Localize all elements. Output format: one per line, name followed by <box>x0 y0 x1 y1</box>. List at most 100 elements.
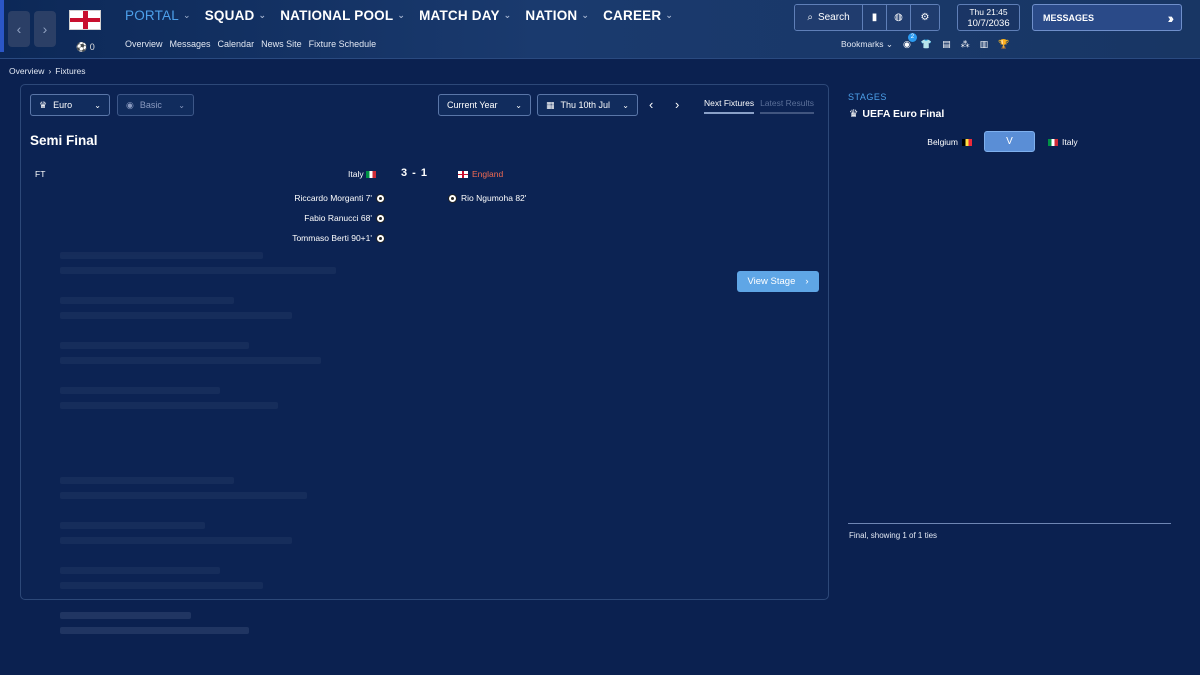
football-icon <box>376 193 385 203</box>
nav-match-day[interactable]: MATCH DAY ⌄ <box>419 8 511 23</box>
bookmarks-badge: 2 <box>907 33 917 42</box>
chevron-left-icon: ‹ <box>649 97 654 112</box>
globe-icon: ◍ <box>894 12 903 23</box>
world-button[interactable]: ◍ <box>887 5 911 30</box>
competition-dropdown[interactable]: ♛ Euro ⌄ <box>30 94 110 116</box>
chat-icon[interactable]: ◉ 2 <box>903 33 917 50</box>
date-time-display[interactable]: Thu 21:45 10/7/2036 <box>957 4 1020 31</box>
nav-career[interactable]: CAREER ⌄ <box>603 8 673 23</box>
stages-heading: STAGES <box>848 92 887 102</box>
period-dropdown[interactable]: Current Year ⌄ <box>438 94 531 116</box>
tactics-icon[interactable]: ⁂ <box>961 39 970 50</box>
trophy-icon[interactable]: 🏆 <box>998 39 1009 50</box>
nav-nation-label: NATION <box>525 8 578 23</box>
tab-latest-results[interactable]: Latest Results <box>760 98 814 114</box>
settings-button[interactable]: ⚙ <box>911 5 939 30</box>
eye-icon: ◉ <box>126 99 134 110</box>
england-flag-icon[interactable] <box>69 10 101 30</box>
stage-title: Semi Final <box>30 133 98 148</box>
belgium-flag-icon <box>962 138 972 146</box>
view-stage-button[interactable]: View Stage › <box>737 271 819 292</box>
nav-career-label: CAREER <box>603 8 662 23</box>
tie-versus-button[interactable]: V <box>984 131 1035 152</box>
search-button[interactable]: ⌕ Search <box>795 5 863 30</box>
bookmarks-label: Bookmarks <box>841 39 884 49</box>
forward-button[interactable]: › <box>34 11 56 47</box>
main-navigation: PORTAL ⌄ SQUAD ⌄ NATIONAL POOL ⌄ MATCH DAY ⌄… <box>125 8 673 23</box>
subnav-overview[interactable]: Overview <box>125 39 163 49</box>
competition-value: Euro <box>53 100 73 110</box>
date-value: Thu 10th Jul <box>560 100 611 110</box>
home-team-name: Italy <box>348 169 364 179</box>
current-date: 10/7/2036 <box>967 18 1010 29</box>
tie-home-team[interactable]: Belgium <box>880 137 972 147</box>
fixture-tabs: Next Fixtures Latest Results <box>704 98 814 114</box>
away-team[interactable]: England <box>458 169 503 179</box>
breadcrumb: Overview › Fixtures <box>9 66 86 76</box>
nav-portal[interactable]: PORTAL ⌄ <box>125 8 191 23</box>
search-label: Search <box>817 12 850 23</box>
tie-away-name: Italy <box>1062 137 1078 147</box>
date-dropdown[interactable]: ▦ Thu 10th Jul ⌄ <box>537 94 638 116</box>
chevron-down-icon: ⌄ <box>94 100 101 110</box>
home-goal-scorer[interactable]: Tommaso Berti 90+1' <box>292 233 385 243</box>
chevron-down-icon: ⌄ <box>178 100 185 110</box>
match-status: FT <box>35 169 46 179</box>
current-time: Thu 21:45 <box>969 7 1008 17</box>
chevron-down-icon: ⌄ <box>581 10 590 20</box>
football-icon <box>448 193 457 203</box>
bookmark-button[interactable]: ▮ <box>863 5 887 30</box>
tie-away-team[interactable]: Italy <box>1048 137 1078 147</box>
breadcrumb-overview[interactable]: Overview <box>9 66 44 76</box>
messages-button[interactable]: MESSAGES ›› <box>1032 4 1182 31</box>
previous-date-button[interactable]: ‹ <box>649 97 653 112</box>
trophy-icon: ♛ <box>39 99 48 110</box>
italy-flag-icon <box>366 171 376 179</box>
ties-summary: Final, showing 1 of 1 ties <box>849 531 938 540</box>
nav-squad[interactable]: SQUAD ⌄ <box>205 8 267 23</box>
bookmarks-bar: Bookmarks ⌄ ◉ 2 👕 ▤ ⁂ ▥ 🏆 <box>841 33 1009 50</box>
subnav-fixture-schedule[interactable]: Fixture Schedule <box>309 39 377 49</box>
nav-national-pool-label: NATIONAL POOL <box>280 8 394 23</box>
tie-home-name: Belgium <box>927 137 958 147</box>
chevron-down-icon: ⌄ <box>622 100 629 110</box>
shirt-icon[interactable]: 👕 <box>921 39 932 50</box>
top-bar: ‹ › ⚽ 0 PORTAL ⌄ SQUAD ⌄ NATIONAL POOL ⌄ MA… <box>0 0 1200 59</box>
subnav-news-site[interactable]: News Site <box>261 39 302 49</box>
nav-national-pool[interactable]: NATIONAL POOL ⌄ <box>280 8 405 23</box>
double-chevron-right-icon: ›› <box>1167 9 1175 26</box>
home-team[interactable]: Italy <box>221 169 376 179</box>
match-score[interactable]: 3 - 1 <box>401 167 428 179</box>
chevron-down-icon: ⌄ <box>665 10 674 20</box>
bookmarks-dropdown[interactable]: Bookmarks ⌄ <box>841 39 893 50</box>
nav-squad-label: SQUAD <box>204 8 255 23</box>
nav-nation[interactable]: NATION ⌄ <box>525 8 589 23</box>
subnav-calendar[interactable]: Calendar <box>218 39 255 49</box>
stage-name-label: UEFA Euro Final <box>862 108 945 120</box>
club-badge-label: 0 <box>89 42 95 52</box>
messages-label: MESSAGES <box>1043 12 1095 23</box>
club-badge-icon: ⚽ 0 <box>76 42 95 52</box>
breadcrumb-fixtures: Fixtures <box>55 66 86 76</box>
home-goal-scorer[interactable]: Fabio Ranucci 68' <box>304 213 385 223</box>
home-goal-scorer[interactable]: Riccardo Morganti 7' <box>294 193 385 203</box>
subnav-messages[interactable]: Messages <box>170 39 211 49</box>
chevron-right-icon: › <box>675 97 680 112</box>
football-icon <box>376 233 385 243</box>
clipboard-icon[interactable]: ▤ <box>942 39 951 50</box>
next-date-button[interactable]: › <box>675 97 679 112</box>
chevron-down-icon: ⌄ <box>503 10 512 20</box>
report-icon[interactable]: ▥ <box>980 39 989 50</box>
away-goal-scorer[interactable]: Rio Ngumoha 82' <box>448 193 526 203</box>
gear-icon: ⚙ <box>920 12 930 23</box>
away-team-name: England <box>472 169 504 179</box>
chevron-down-icon: ⌄ <box>182 10 191 20</box>
view-dropdown[interactable]: ◉ Basic ⌄ <box>117 94 194 116</box>
chevron-down-icon: ⌄ <box>515 100 522 110</box>
fixtures-panel: ♛ Euro ⌄ ◉ Basic ⌄ Current Year ⌄ ▦ Thu … <box>20 84 829 600</box>
tab-next-fixtures[interactable]: Next Fixtures <box>704 98 755 114</box>
back-button[interactable]: ‹ <box>8 11 30 47</box>
calendar-icon: ▦ <box>546 99 555 110</box>
chevron-right-icon: › <box>805 276 809 287</box>
search-icon: ⌕ <box>807 12 813 23</box>
